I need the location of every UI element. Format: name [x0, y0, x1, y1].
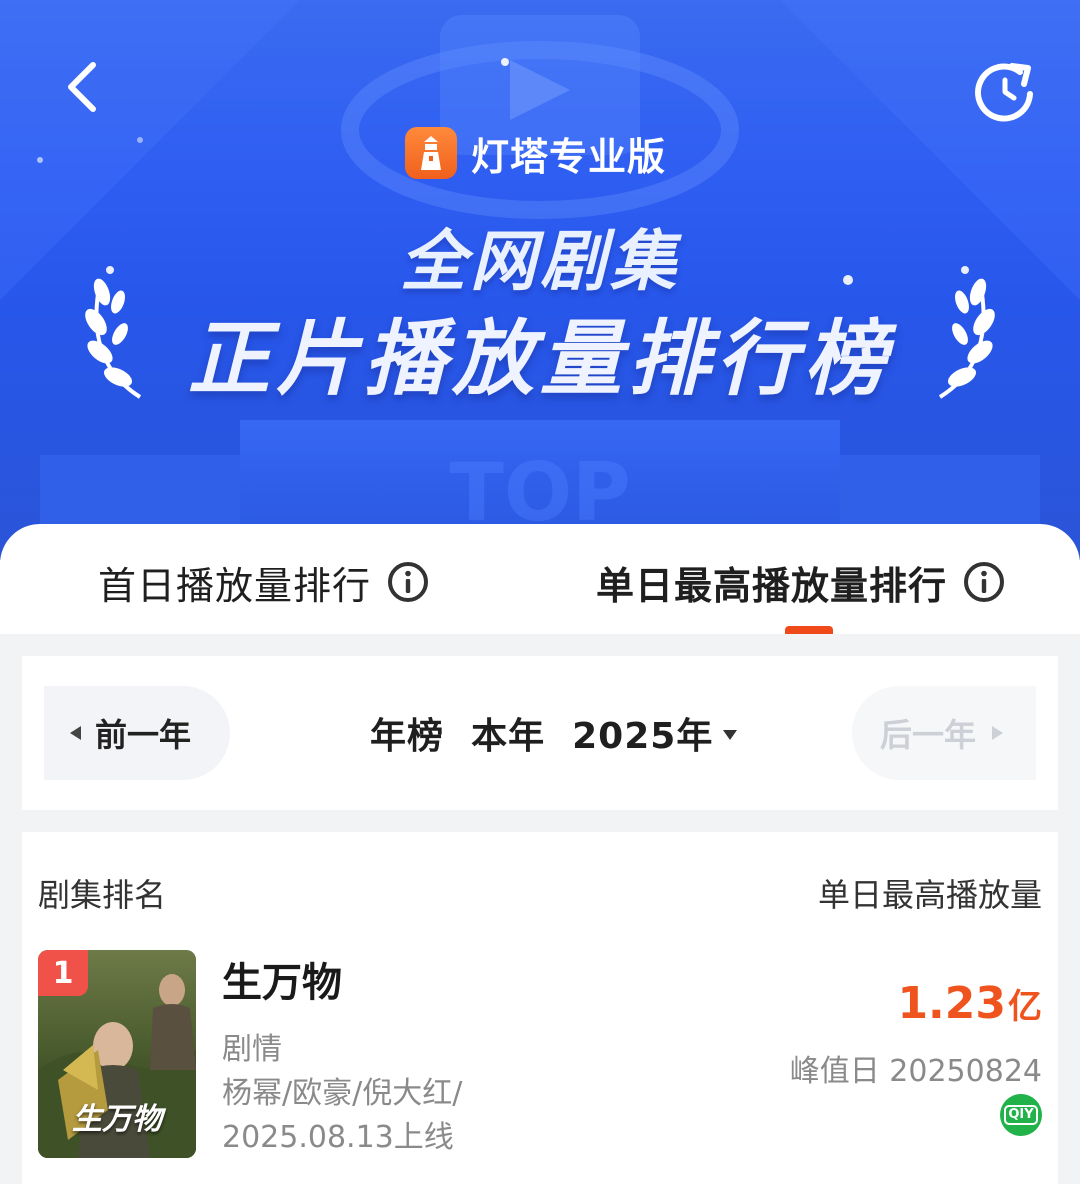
brand: 灯塔专业版: [405, 126, 666, 180]
year-dropdown[interactable]: 年榜 本年 2025年: [370, 706, 738, 760]
poster-image: 1 生万物: [38, 950, 196, 1158]
column-header-value: 单日最高播放量: [817, 876, 1042, 914]
peak-date: 峰值日 20250824: [789, 1054, 1042, 1089]
play-count-number: 1.23: [897, 978, 1006, 1029]
next-year-button[interactable]: 后一年: [852, 686, 1036, 780]
caret-down-icon: [723, 730, 738, 740]
lighthouse-logo-icon: [405, 127, 457, 179]
info-icon[interactable]: [387, 561, 429, 603]
brand-name: 灯塔专业版: [471, 134, 667, 179]
triangle-right-icon: [992, 726, 1004, 740]
prev-year-button[interactable]: 前一年: [44, 686, 230, 780]
list-item[interactable]: 1 生万物 生万物 剧情 杨幂/欧豪/倪大红/ 2025.08.13上线 1.2…: [22, 950, 1058, 1160]
tab-label: 首日播放量排行: [98, 563, 372, 608]
drama-title: 生万物: [222, 960, 342, 1006]
hero-banner: TOP 灯塔专业版 全网剧集 正片播放量排行榜: [0, 0, 1080, 560]
hero-title-line2: 正片播放量排行榜: [188, 312, 892, 407]
platform-logo-text: QIY: [1004, 1105, 1038, 1125]
ranking-list: 剧集排名 单日最高播放量 1 生万物 生万物 剧情 杨幂/欧豪/倪大红/ 202…: [22, 832, 1058, 1184]
prev-year-label: 前一年: [95, 716, 192, 754]
column-header-rank: 剧集排名: [38, 876, 167, 914]
triangle-left-icon: [70, 726, 81, 740]
tab-label: 单日最高播放量排行: [596, 563, 948, 608]
tab-bar: 首日播放量排行 单日最高播放量排行: [0, 524, 1080, 634]
play-count-unit: 亿: [1008, 987, 1042, 1027]
rank-badge: 1: [38, 950, 88, 996]
active-tab-indicator: [785, 626, 833, 634]
chevron-left-icon: [68, 62, 96, 112]
hero-title-line1: 全网剧集: [400, 223, 680, 300]
play-count: 1.23 亿: [897, 978, 1042, 1029]
info-icon[interactable]: [963, 561, 1005, 603]
back-button[interactable]: [52, 52, 112, 122]
poster-title-text: 生万物: [72, 1102, 162, 1137]
drama-cast: 杨幂/欧豪/倪大红/: [222, 1076, 463, 1111]
tab-single-day-max[interactable]: 单日最高播放量排行: [596, 554, 1005, 610]
drama-genre: 剧情: [222, 1032, 282, 1067]
next-year-label: 后一年: [880, 716, 977, 754]
drama-release-date: 2025.08.13上线: [222, 1120, 454, 1155]
iqiyi-icon: QIY: [1000, 1094, 1042, 1136]
tab-first-day[interactable]: 首日播放量排行: [98, 554, 429, 610]
year-dropdown-label: 年榜 本年 2025年: [370, 716, 714, 757]
refresh-button[interactable]: [972, 58, 1038, 124]
refresh-icon: [975, 63, 1033, 122]
year-selector: 前一年 年榜 本年 2025年 后一年: [22, 656, 1058, 810]
